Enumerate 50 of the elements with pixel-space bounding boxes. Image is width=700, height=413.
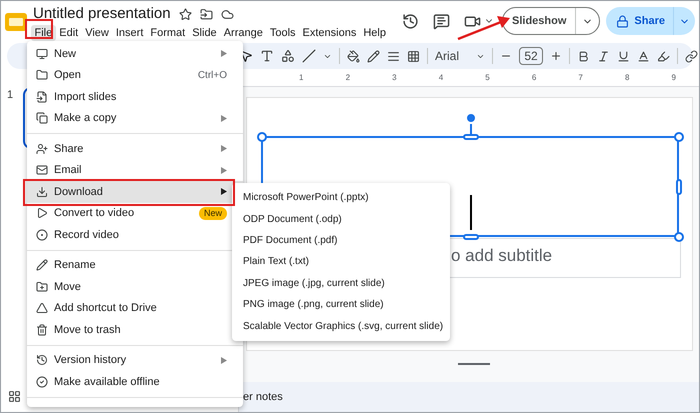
ruler-label: 9 bbox=[672, 72, 676, 84]
menu-option-label: Download bbox=[54, 184, 103, 200]
menu-option-label: Rename bbox=[54, 258, 96, 273]
menu-item[interactable]: Arrange bbox=[220, 25, 266, 41]
menu-option[interactable]: Share bbox=[27, 138, 243, 160]
speaker-notes-label: er notes bbox=[243, 390, 283, 405]
ruler-label: 8 bbox=[624, 72, 630, 84]
menu-option-label: Convert to video bbox=[54, 206, 134, 221]
menu-option[interactable]: New bbox=[27, 43, 243, 64]
menu-option-label: Record video bbox=[54, 228, 119, 242]
menu-item[interactable]: Insert bbox=[112, 25, 147, 41]
menu-item[interactable]: View bbox=[82, 25, 112, 41]
menu-option-label: Move to trash bbox=[54, 322, 121, 338]
menu-option-label: Make a copy bbox=[54, 111, 116, 126]
menu-option-label: Version history bbox=[54, 353, 126, 368]
menu-option-label: Move bbox=[54, 280, 81, 294]
slide-number: 1 bbox=[7, 88, 14, 103]
font-dropdown[interactable]: Arial bbox=[435, 47, 485, 65]
menu-item[interactable]: Tools bbox=[266, 25, 300, 41]
menu-option[interactable]: Make a copy bbox=[27, 108, 243, 129]
menu-item[interactable]: Edit bbox=[56, 25, 82, 41]
menu-item[interactable]: Format bbox=[146, 25, 189, 41]
ruler-label: 3 bbox=[392, 72, 397, 84]
menu-option[interactable]: Import slides bbox=[27, 86, 243, 108]
speaker-notes-bar[interactable]: er notes bbox=[239, 382, 699, 412]
font-size-field[interactable]: 52 bbox=[519, 47, 543, 65]
shortcut-text: Ctrl+O bbox=[198, 68, 227, 83]
menu-option-label: Email bbox=[54, 163, 82, 178]
subtitle-text: o add subtitle bbox=[451, 245, 552, 267]
menu-option[interactable]: Open Ctrl+O bbox=[27, 64, 243, 86]
ruler-label: 7 bbox=[578, 72, 583, 84]
menu-item[interactable]: Help bbox=[360, 25, 390, 41]
menu-option-label: Make available offline bbox=[54, 374, 160, 390]
ruler-label: 2 bbox=[346, 72, 350, 84]
ruler-label: 5 bbox=[485, 72, 490, 84]
menu-option[interactable]: Email bbox=[27, 160, 243, 181]
presentation-title[interactable]: Untitled presentation bbox=[33, 2, 171, 26]
ruler-label: 6 bbox=[532, 72, 536, 84]
ruler-label: 4 bbox=[438, 72, 444, 84]
menu-option-label: Import slides bbox=[54, 90, 116, 104]
menu-option-label: New bbox=[54, 46, 76, 62]
menu-option-label: Add shortcut to Drive bbox=[54, 301, 157, 316]
menu-item[interactable]: Extensions bbox=[299, 25, 360, 41]
new-badge: New bbox=[198, 206, 227, 220]
menu-option[interactable]: Version history bbox=[27, 350, 243, 371]
menu-option[interactable]: Download bbox=[27, 181, 243, 202]
menu-option-label: Share bbox=[54, 142, 84, 156]
ruler-label: 1 bbox=[299, 72, 304, 84]
menu-item[interactable]: Slide bbox=[188, 25, 220, 41]
menu-option-label: Open bbox=[54, 68, 81, 83]
